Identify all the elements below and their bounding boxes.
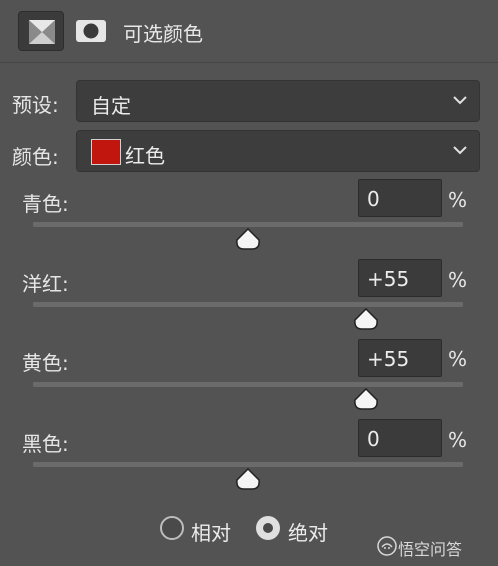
black-value-input[interactable]: 0 (358, 419, 442, 457)
black-slider-thumb[interactable] (235, 468, 261, 490)
color-swatch (91, 139, 121, 165)
preset-dropdown[interactable]: 自定 (76, 80, 480, 122)
black-percent: % (448, 428, 468, 452)
watermark-text: 悟空问答 (398, 540, 463, 559)
yellow-slider-thumb[interactable] (353, 388, 379, 410)
black-slider-track[interactable] (33, 462, 463, 467)
chevron-down-icon (453, 96, 467, 105)
layer-mask-icon[interactable] (68, 11, 114, 51)
yellow-slider-track[interactable] (33, 382, 463, 387)
black-label: 黑色: (22, 432, 69, 456)
header-divider (0, 62, 498, 63)
magenta-slider-thumb[interactable] (353, 308, 379, 330)
properties-header: 可选颜色 (0, 0, 498, 62)
yellow-label: 黄色: (22, 351, 69, 375)
colors-value: 红色 (125, 144, 165, 168)
cyan-slider-track[interactable] (33, 222, 463, 227)
colors-dropdown[interactable]: 红色 (76, 130, 480, 172)
chevron-down-icon (453, 146, 467, 155)
absolute-radio[interactable] (256, 516, 280, 540)
cyan-percent: % (448, 188, 468, 212)
absolute-label: 绝对 (288, 521, 328, 545)
magenta-value-input[interactable]: +55 (358, 259, 442, 297)
cyan-label: 青色: (22, 192, 69, 216)
magenta-slider-track[interactable] (33, 302, 463, 307)
cyan-value-input[interactable]: 0 (358, 179, 442, 217)
preset-value: 自定 (91, 94, 131, 118)
preset-label: 预设: (12, 93, 59, 117)
wukong-logo-icon (377, 536, 397, 556)
cyan-slider-thumb[interactable] (235, 228, 261, 250)
magenta-label: 洋红: (22, 272, 69, 296)
yellow-value-input[interactable]: +55 (358, 339, 442, 377)
colors-label: 颜色: (12, 145, 59, 169)
selective-color-adjustment-icon[interactable] (18, 11, 64, 51)
panel-title: 可选颜色 (123, 22, 203, 46)
yellow-percent: % (448, 347, 468, 371)
magenta-percent: % (448, 268, 468, 292)
relative-radio[interactable] (160, 516, 184, 540)
relative-label: 相对 (191, 521, 231, 545)
